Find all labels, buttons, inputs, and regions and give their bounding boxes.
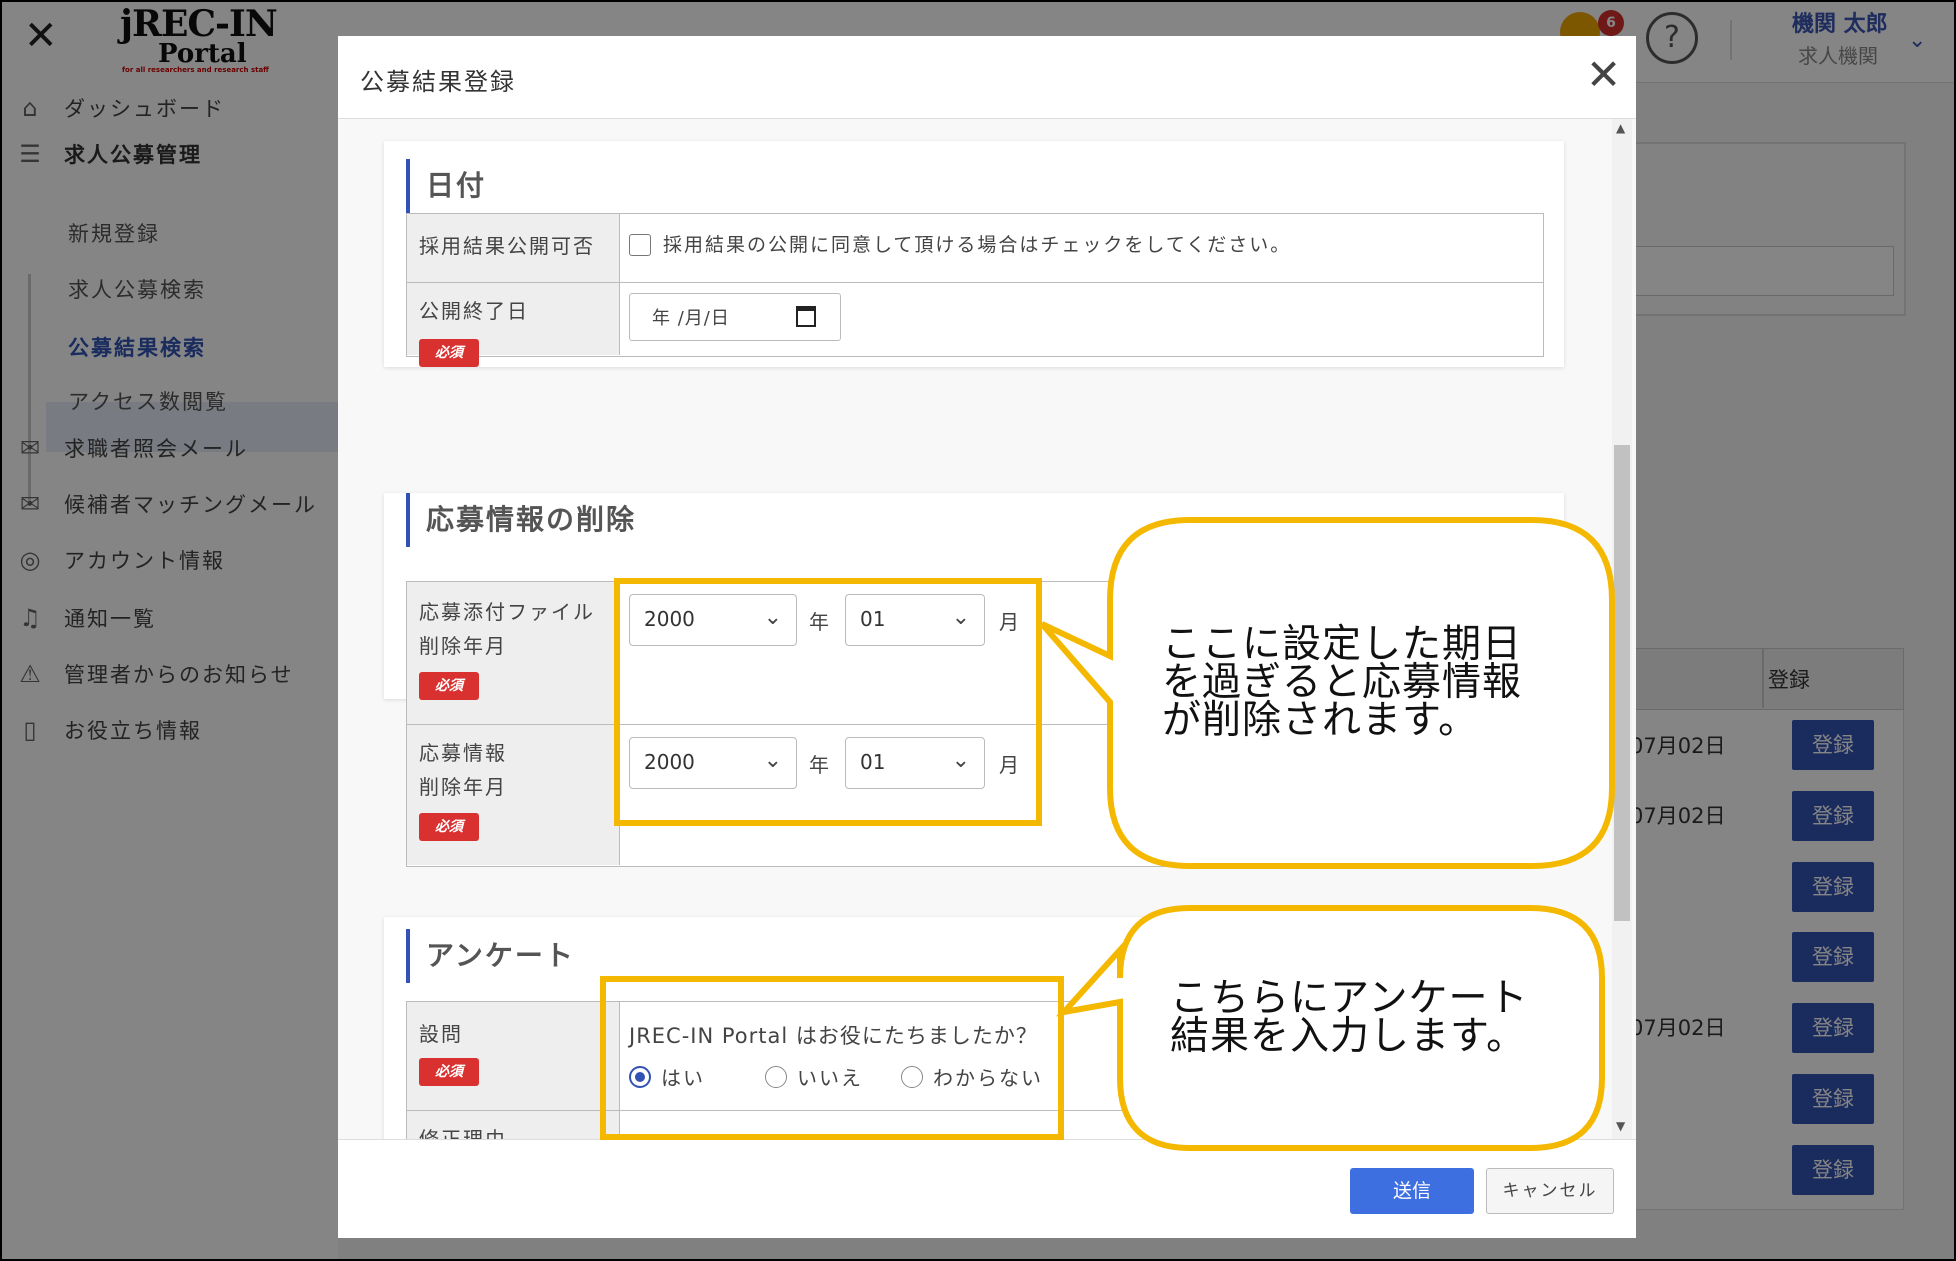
callout1-line: が削除されます。 (1162, 699, 1479, 742)
callout2-line: 結果を入力します。 (1170, 1015, 1527, 1058)
callout2-text: こちらにアンケート 結果を入力します。 (1170, 977, 1529, 1058)
callout1-line: ここに設定した期日 (1162, 623, 1523, 666)
callout1-line: を過ぎると応募情報 (1162, 661, 1523, 704)
callout2-line: こちらにアンケート (1170, 977, 1529, 1020)
screen-frame: ✕ jREC-IN Portal for all researchers and… (0, 0, 1956, 1261)
callout-balloons (1039, 517, 1615, 1151)
callout1-text: ここに設定した期日 を過ぎると応募情報 が削除されます。 (1162, 623, 1523, 742)
